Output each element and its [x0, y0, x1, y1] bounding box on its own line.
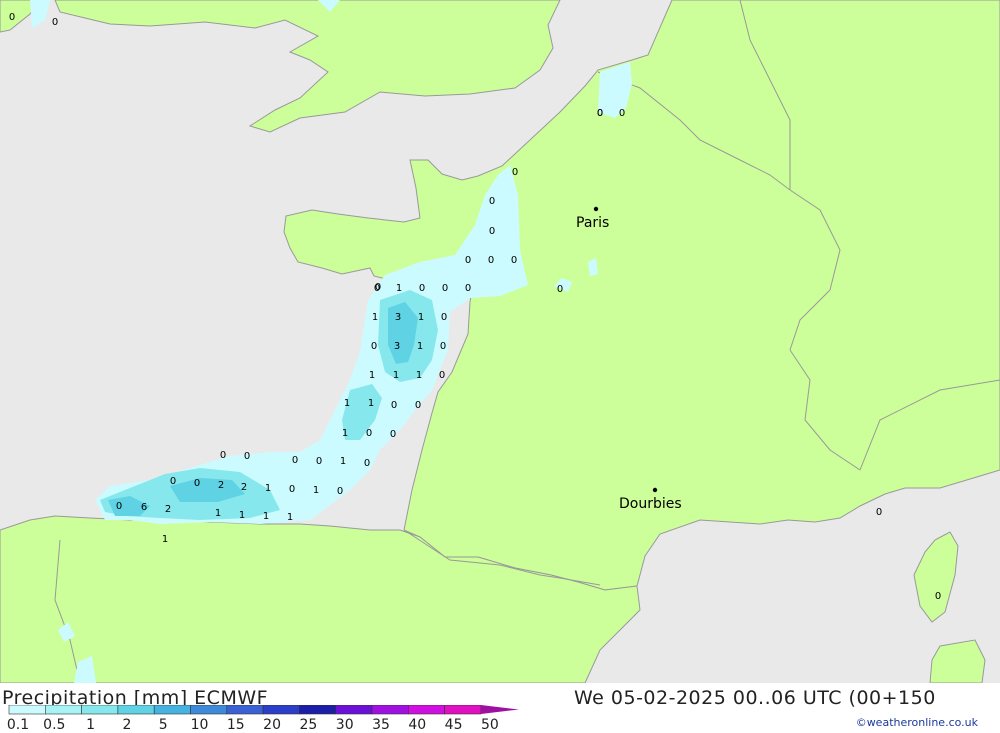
legend-swatch	[190, 705, 228, 715]
grid-value: 0	[220, 450, 226, 461]
grid-value: 0	[9, 12, 15, 23]
grid-value: 1	[393, 370, 399, 381]
grid-value: 0	[170, 476, 176, 487]
grid-value: 0	[935, 591, 941, 602]
legend-label: 25	[299, 717, 317, 733]
grid-value: 0	[441, 312, 447, 323]
grid-value: 1	[340, 456, 346, 467]
credit-text: ©weatheronline.co.uk	[855, 716, 978, 729]
legend-label: 10	[191, 717, 209, 733]
grid-value: 0	[366, 428, 372, 439]
city-dot-dourbies	[652, 487, 658, 493]
legend-label: 0.1	[7, 717, 29, 733]
grid-value: 1	[417, 341, 423, 352]
grid-value: 0	[419, 283, 425, 294]
grid-value: 1	[342, 428, 348, 439]
grid-value: 0	[375, 282, 381, 293]
grid-value: 0	[439, 370, 445, 381]
grid-value: 0	[440, 341, 446, 352]
grid-value: 0	[512, 167, 518, 178]
legend-label: 1	[86, 717, 95, 733]
grid-value: 1	[287, 512, 293, 523]
grid-value: 1	[265, 483, 271, 494]
legend-swatch	[81, 705, 119, 715]
grid-value: 1	[396, 283, 402, 294]
city-dot-paris	[593, 206, 599, 212]
legend-swatch	[407, 705, 445, 715]
grid-value: 0	[619, 108, 625, 119]
legend-swatch	[117, 705, 155, 715]
legend-swatch	[299, 705, 336, 715]
grid-value: 1	[215, 508, 221, 519]
grid-value: 1	[416, 370, 422, 381]
city-label-paris: Paris	[576, 215, 609, 231]
grid-value: 6	[141, 502, 147, 513]
grid-value: 3	[394, 341, 400, 352]
grid-value: 2	[165, 504, 171, 515]
grid-value: 0	[415, 400, 421, 411]
grid-value: 0	[489, 226, 495, 237]
grid-value: 1	[313, 485, 319, 496]
legend-label: 30	[336, 717, 354, 733]
grid-value: 0	[52, 17, 58, 28]
legend-label: 5	[159, 717, 168, 733]
grid-value: 0	[597, 108, 603, 119]
grid-value: 1	[372, 312, 378, 323]
grid-value: 0	[371, 341, 377, 352]
grid-value: 0	[116, 501, 122, 512]
grid-value: 1	[239, 510, 245, 521]
grid-value: 2	[241, 482, 247, 493]
grid-value: 1	[344, 398, 350, 409]
legend-swatch	[444, 705, 482, 715]
legend-swatch	[153, 705, 191, 715]
grid-value: 1	[418, 312, 424, 323]
legend-swatch	[8, 705, 46, 715]
grid-value: 0	[194, 478, 200, 489]
map-datetime: We 05-02-2025 00..06 UTC (00+150	[574, 687, 936, 709]
legend-arrow	[480, 705, 519, 714]
legend-label: 50	[481, 717, 499, 733]
grid-value: 0	[465, 283, 471, 294]
grid-value: 1	[162, 534, 168, 545]
grid-value: 0	[364, 458, 370, 469]
legend-label: 15	[227, 717, 245, 733]
legend-label: 20	[263, 717, 281, 733]
grid-value: 0	[442, 283, 448, 294]
grid-value: 0	[488, 255, 494, 266]
grid-value: 0	[337, 486, 343, 497]
color-legend: 0.1 0.5 1 2 5 10 15 20 25 30 35 40 45 50	[7, 705, 519, 733]
grid-value: 0	[244, 451, 250, 462]
grid-value: 0	[489, 196, 495, 207]
grid-value: 1	[368, 398, 374, 409]
grid-value: 1	[263, 511, 269, 522]
legend-swatch	[226, 705, 264, 715]
precipitation-map: 0 0 0 0 0 0 0 0 0 0 0 1 0 0 0 0 1 3 1 0 …	[0, 0, 1000, 683]
grid-value: 2	[218, 480, 224, 491]
grid-value: 0	[511, 255, 517, 266]
grid-value: 0	[316, 456, 322, 467]
grid-value: 0	[292, 455, 298, 466]
legend-label: 35	[372, 717, 390, 733]
grid-value: 1	[369, 370, 375, 381]
grid-value: 0	[390, 429, 396, 440]
grid-value: 0	[289, 484, 295, 495]
grid-value: 3	[395, 312, 401, 323]
legend-label: 0.5	[43, 717, 65, 733]
legend-label: 45	[445, 717, 463, 733]
grid-value: 0	[465, 255, 471, 266]
footer-bar: Precipitation [mm] ECMWF We 05-02-2025 0…	[0, 683, 1000, 733]
grid-value: 0	[557, 284, 563, 295]
city-label-dourbies: Dourbies	[619, 496, 682, 512]
legend-swatch	[371, 705, 409, 715]
grid-value: 0	[391, 400, 397, 411]
grid-value: 0	[876, 507, 882, 518]
legend-label: 2	[122, 717, 131, 733]
legend-swatch	[44, 705, 82, 715]
legend-swatch	[335, 705, 373, 715]
legend-label: 40	[408, 717, 426, 733]
legend-swatch	[262, 705, 300, 715]
